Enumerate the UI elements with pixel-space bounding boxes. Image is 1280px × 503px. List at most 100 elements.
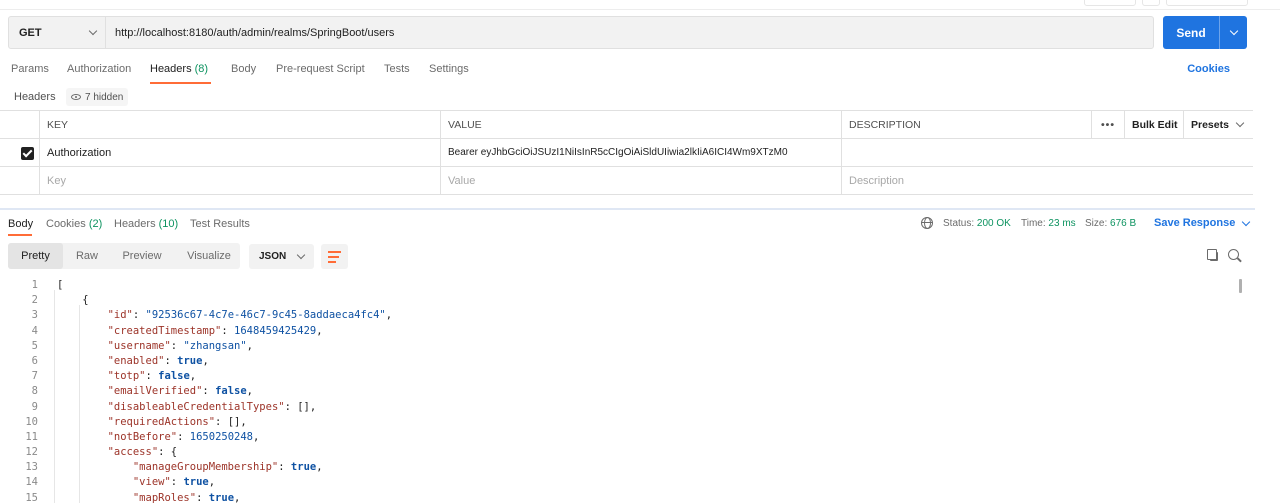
json-punctuation (57, 401, 108, 413)
request-tabs: Params Authorization Headers (8) Body Pr… (0, 58, 1255, 84)
presets-dropdown[interactable]: Presets (1183, 111, 1253, 138)
tab-headers[interactable]: Headers (8) (150, 63, 208, 75)
json-punctuation: , (385, 309, 393, 322)
status-label: Status: (943, 218, 975, 229)
bulk-edit-button[interactable]: Bulk Edit (1124, 111, 1183, 138)
wrap-lines-icon[interactable] (321, 244, 348, 269)
line-number: 9 (31, 400, 38, 413)
tab-label: Authorization (67, 63, 132, 75)
pane-resize-divider[interactable] (0, 208, 1255, 210)
code-line: "enabled": true, (57, 354, 392, 369)
json-key: "id" (107, 309, 133, 322)
method-select[interactable]: GET (9, 17, 106, 48)
header-description-cell[interactable] (841, 139, 1253, 166)
header-value-cell[interactable]: Bearer eyJhbGciOiJSUzI1NiIsInR5cCIgOiAiS… (440, 139, 841, 166)
new-key-input[interactable]: Key (39, 167, 440, 194)
json-punctuation: : (278, 461, 291, 474)
line-number: 2 (31, 294, 38, 307)
response-tab-test-results[interactable]: Test Results (190, 218, 250, 230)
code-line: "id": "92536c67-4c7e-46c7-9c45-8addaeca4… (57, 308, 393, 323)
json-key: "enabled" (107, 354, 165, 367)
format-visualize[interactable]: Visualize (178, 243, 240, 269)
json-value: false (158, 370, 190, 383)
json-punctuation: , (202, 354, 209, 367)
code-line: "username": "zhangsan", (57, 339, 392, 354)
line-number: 8 (31, 385, 38, 398)
json-punctuation: : [], (284, 400, 317, 413)
json-punctuation: : (170, 339, 184, 352)
url-input[interactable] (106, 17, 1153, 48)
json-value: true (177, 354, 203, 367)
status-value: 200 OK (976, 218, 1011, 229)
tab-settings[interactable]: Settings (429, 63, 469, 75)
response-tab-cookies[interactable]: Cookies (2) (46, 218, 102, 230)
format-pretty[interactable]: Pretty (8, 243, 63, 269)
active-response-tab-indicator (8, 234, 32, 236)
tab-authorization[interactable]: Authorization (67, 63, 131, 75)
code-line: "manageGroupMembership": true, (57, 460, 392, 475)
code-line: "emailVerified": false, (57, 384, 392, 399)
json-key: "manageGroupMembership" (132, 461, 279, 474)
json-punctuation: : { (158, 446, 178, 459)
tab-tests[interactable]: Tests (384, 63, 410, 75)
json-punctuation: : (196, 491, 209, 503)
scrollbar-thumb[interactable] (1239, 279, 1242, 293)
line-number: 3 (31, 309, 38, 322)
chevron-down-icon (88, 26, 98, 36)
line-number: 10 (25, 415, 38, 428)
line-number: 12 (25, 446, 38, 459)
format-raw[interactable]: Raw (66, 243, 108, 269)
hidden-headers-toggle[interactable]: 7 hidden (66, 88, 129, 106)
column-header-value: VALUE (440, 111, 841, 138)
search-icon[interactable] (1228, 249, 1239, 260)
tab-pre-request-script[interactable]: Pre-request Script (276, 63, 365, 75)
response-body-viewer[interactable]: 1 2 3 4 5 6 7 8 9 10 11 12 13 14 15 [ { "id": "92536c6… (0, 278, 1255, 503)
active-tab-indicator (150, 82, 211, 84)
new-value-input[interactable]: Value (440, 167, 841, 194)
line-number: 13 (25, 461, 38, 474)
header-key-cell[interactable]: Authorization (39, 139, 440, 166)
line-number-gutter: 1 2 3 4 5 6 7 8 9 10 11 12 13 14 15 (0, 278, 38, 503)
more-options-icon[interactable]: ••• (1091, 111, 1124, 138)
toolbar-button-partial[interactable] (1166, 0, 1248, 6)
tab-count: (10) (158, 218, 179, 230)
globe-icon[interactable] (921, 217, 933, 229)
tab-label: Params (11, 63, 49, 75)
table-row: Authorization Bearer eyJhbGciOiJSUzI1NiI… (0, 139, 1253, 167)
tab-params[interactable]: Params (11, 63, 49, 75)
json-key: "mapRoles" (132, 491, 197, 503)
tab-label: Tests (384, 63, 410, 75)
json-punctuation: : (132, 309, 146, 322)
line-number: 14 (25, 476, 38, 489)
table-row-new: Key Value Description (0, 167, 1253, 195)
new-description-input[interactable]: Description (841, 167, 1253, 194)
line-number: 7 (31, 370, 38, 383)
json-key: "access" (107, 446, 159, 459)
header-enabled-checkbox[interactable] (21, 147, 34, 160)
size-label: Size: (1085, 218, 1108, 229)
column-header-description: DESCRIPTION (841, 111, 1091, 138)
send-dropdown[interactable] (1220, 26, 1247, 36)
checkbox-cell (0, 167, 39, 194)
indent-guide (54, 290, 55, 503)
json-punctuation (57, 446, 108, 458)
json-punctuation: : (164, 354, 178, 367)
send-label: Send (1176, 25, 1206, 40)
tab-body[interactable]: Body (231, 63, 256, 75)
copy-icon[interactable] (1207, 249, 1219, 261)
cookies-link[interactable]: Cookies (1187, 63, 1230, 75)
send-button[interactable]: Send (1163, 16, 1247, 49)
save-response-button[interactable]: Save Response (1154, 217, 1251, 229)
tab-label: Headers (150, 63, 192, 75)
toolbar-button-partial[interactable] (1142, 0, 1160, 6)
format-preview[interactable]: Preview (112, 243, 172, 269)
json-value: "zhangsan" (183, 339, 247, 352)
tab-label: Pre-request Script (276, 63, 365, 75)
code-line: "totp": false, (57, 369, 392, 384)
json-value: true (183, 476, 209, 489)
hidden-headers-label: 7 hidden (85, 91, 124, 103)
response-tab-headers[interactable]: Headers (10) (114, 218, 178, 230)
response-tab-body[interactable]: Body (8, 218, 33, 230)
toolbar-button-partial[interactable] (1084, 0, 1136, 6)
language-select[interactable]: JSON (249, 244, 314, 269)
